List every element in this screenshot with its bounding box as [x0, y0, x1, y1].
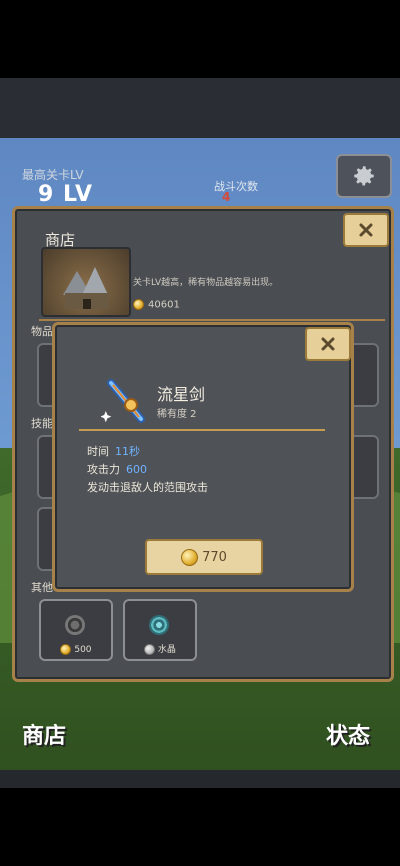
stat-label: 攻击力 — [87, 463, 120, 476]
stat-value: 600 — [126, 463, 147, 476]
stat-duration: 时间 11秒 — [87, 443, 140, 459]
bottom-letterbox — [0, 788, 400, 866]
shop-divider — [39, 319, 385, 321]
shop-gold: 40601 — [133, 299, 180, 311]
item-rarity: 稀有度 2 — [157, 409, 197, 420]
popup-divider — [79, 429, 325, 431]
stat-label: 时间 — [87, 445, 109, 458]
section-other-label: 其他 — [31, 581, 53, 594]
top-bar — [0, 78, 400, 138]
castle-icon — [63, 267, 109, 309]
shop-nav-button[interactable]: 商店 — [22, 718, 66, 750]
other-item-price: 500 — [41, 644, 111, 655]
stat-effect: 发动击退敌人的范围攻击 — [87, 479, 208, 495]
ring-icon — [65, 615, 85, 635]
stat-attack: 攻击力 600 — [87, 461, 147, 477]
section-skills-label: 技能 — [31, 417, 53, 430]
crystal-coin-icon — [144, 644, 156, 655]
popup-close-button[interactable] — [305, 327, 351, 361]
status-nav-button[interactable]: 状态 — [326, 718, 370, 750]
stage-level: 9 LV — [38, 182, 93, 207]
coin-icon — [181, 548, 199, 566]
shop-gold-value: 40601 — [148, 299, 180, 311]
buy-button[interactable]: 770 — [145, 539, 263, 575]
other-item-price-value: 500 — [74, 645, 92, 655]
shop-close-button[interactable] — [343, 213, 389, 247]
buy-price: 770 — [202, 549, 227, 565]
item-detail-popup: 流星剑 稀有度 2 时间 11秒 攻击力 600 发动击退敌人的范围攻击 770 — [52, 322, 354, 592]
other-item-price: 水晶 — [125, 642, 195, 655]
shop-description: 关卡LV越高，稀有物品越容易出现。 — [133, 278, 279, 288]
item-name: 流星剑 — [157, 385, 206, 404]
close-icon — [359, 223, 373, 237]
coin-icon — [133, 299, 144, 310]
stage-label: 最高关卡LV — [22, 168, 84, 182]
other-item-price-value: 水晶 — [157, 645, 176, 655]
other-item[interactable]: 500 — [39, 599, 113, 661]
stat-description: 发动击退敌人的范围攻击 — [87, 481, 208, 494]
settings-button[interactable] — [336, 154, 392, 198]
section-items-label: 物品 — [31, 325, 53, 338]
gear-icon — [354, 166, 374, 186]
shop-building-image — [41, 247, 131, 317]
bottom-bar — [0, 770, 400, 788]
swirl-icon — [149, 615, 169, 635]
stat-value: 11秒 — [115, 445, 140, 458]
battle-count-value: 4 — [222, 190, 231, 204]
coin-icon — [60, 644, 72, 655]
close-icon — [321, 337, 335, 351]
battle-count-label: 战斗次数 — [214, 180, 258, 193]
other-item[interactable]: 水晶 — [123, 599, 197, 661]
sword-icon — [100, 375, 155, 429]
